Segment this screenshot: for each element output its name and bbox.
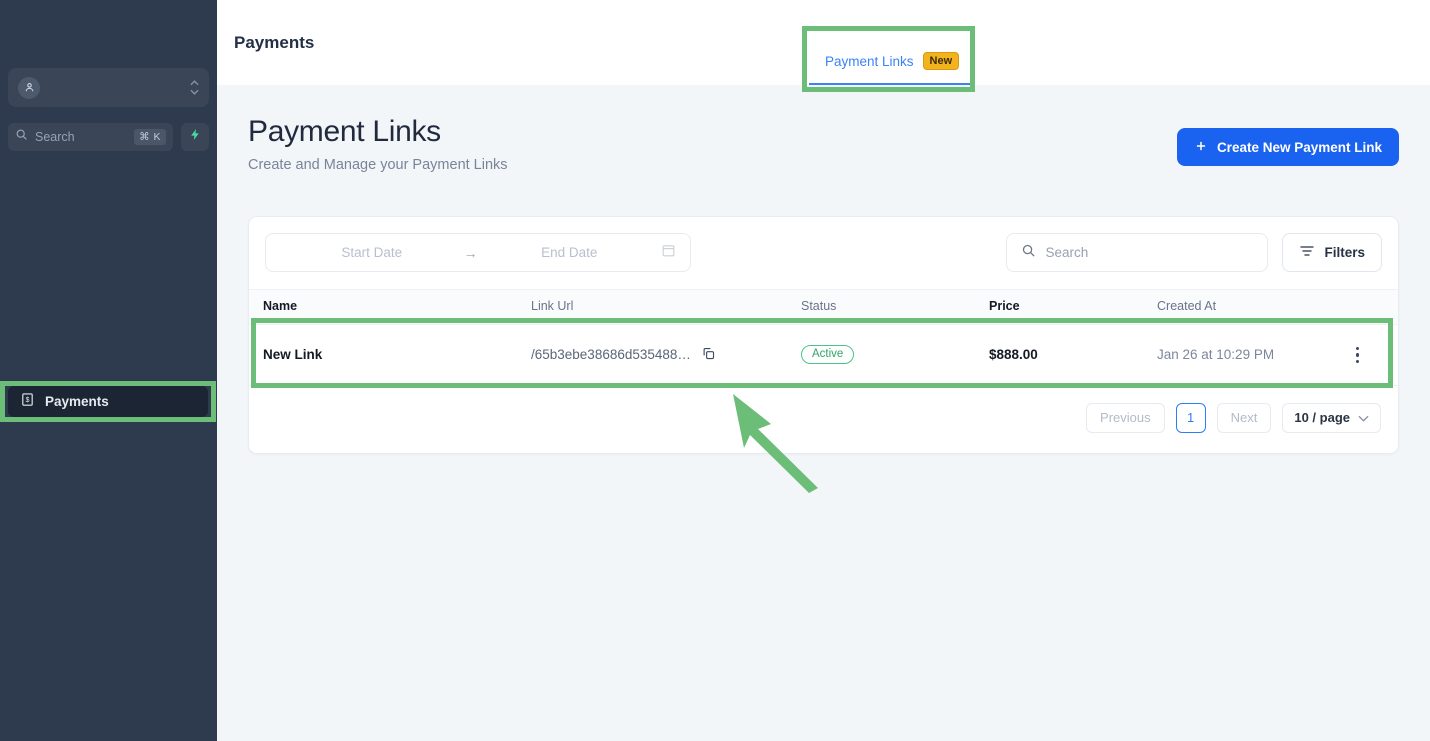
copy-icon[interactable]: [701, 346, 716, 364]
chevron-down-icon: [1358, 410, 1369, 425]
column-header-actions: [1317, 289, 1398, 325]
pagination: Previous 1 Next 10 / page: [249, 386, 1398, 453]
payment-links-card: Start Date → End Date Search Filters Nam…: [248, 216, 1399, 454]
range-arrow-icon: →: [463, 244, 478, 261]
search-icon: [1021, 243, 1036, 263]
page-size-select[interactable]: 10 / page: [1282, 402, 1381, 433]
cell-status: Active: [801, 324, 989, 386]
sidebar: Search ⌘ K $ Payments: [0, 0, 217, 741]
create-button-label: Create New Payment Link: [1216, 139, 1382, 155]
topbar-tabs: Payment Links New: [809, 52, 976, 85]
user-avatar-icon: [18, 76, 40, 99]
card-toolbar: Start Date → End Date Search Filters: [249, 217, 1398, 289]
topbar: Payments Payment Links New: [217, 0, 1430, 85]
page-head: Payment Links Create and Manage your Pay…: [248, 115, 1399, 173]
row-options-menu-icon[interactable]: [1317, 346, 1398, 364]
pagination-previous-button[interactable]: Previous: [1086, 402, 1165, 433]
tab-payment-links[interactable]: Payment Links New: [809, 52, 976, 85]
page-subtitle: Create and Manage your Payment Links: [248, 157, 508, 173]
table-search-input[interactable]: Search: [1006, 233, 1269, 272]
page-header-title: Payments: [234, 32, 315, 52]
main-area: Payments Payment Links New Payment Links…: [217, 0, 1430, 741]
filters-label: Filters: [1324, 245, 1365, 260]
tab-new-badge: New: [922, 52, 960, 70]
column-header-price: Price: [989, 289, 1157, 325]
page-title: Payment Links: [248, 115, 441, 148]
created-at-text: Jan 26 at 10:29 PM: [1157, 347, 1275, 362]
cell-name: New Link: [249, 324, 531, 386]
app-root: Search ⌘ K $ Payments Payments Payment L…: [0, 0, 1430, 741]
table-header: Name Link Url Status Price Created At: [249, 289, 1398, 325]
table-body: New Link /65b3ebe38686d535488… Active $8…: [249, 324, 1398, 386]
start-date-input[interactable]: Start Date: [280, 245, 464, 260]
cell-actions: [1317, 324, 1398, 386]
filters-button[interactable]: Filters: [1282, 233, 1382, 272]
pagination-page-1[interactable]: 1: [1175, 402, 1206, 433]
lightning-bolt-icon: [189, 128, 202, 146]
plus-icon: [1194, 139, 1208, 156]
cell-created-at: Jan 26 at 10:29 PM: [1157, 324, 1317, 386]
cell-link-url: /65b3ebe38686d535488…: [531, 324, 801, 386]
cell-price: $888.00: [989, 324, 1157, 386]
column-header-status: Status: [801, 289, 989, 325]
banknote-icon: $: [20, 392, 35, 412]
svg-text:$: $: [26, 397, 30, 404]
table-search-placeholder: Search: [1045, 245, 1089, 260]
page-size-label: 10 / page: [1294, 410, 1350, 426]
calendar-icon: [661, 243, 676, 263]
quick-action-button[interactable]: [181, 123, 209, 151]
filter-icon: [1299, 243, 1315, 262]
sidebar-search-placeholder: Search: [35, 130, 75, 144]
sidebar-item-payments[interactable]: $ Payments: [8, 386, 208, 417]
content-region: Payment Links Create and Manage your Pay…: [217, 85, 1430, 454]
sidebar-item-label: Payments: [45, 394, 109, 409]
table-header-row: Name Link Url Status Price Created At: [249, 289, 1398, 325]
table-row[interactable]: New Link /65b3ebe38686d535488… Active $8…: [249, 324, 1398, 386]
account-switcher[interactable]: [8, 68, 209, 107]
sidebar-search-input[interactable]: Search ⌘ K: [8, 123, 173, 151]
search-icon: [15, 128, 28, 146]
link-url-text: /65b3ebe38686d535488…: [531, 347, 691, 363]
payment-links-table: Name Link Url Status Price Created At Ne…: [249, 289, 1398, 386]
status-badge: Active: [801, 345, 855, 365]
create-new-payment-link-button[interactable]: Create New Payment Link: [1176, 128, 1399, 166]
column-header-name: Name: [249, 289, 531, 325]
toolbar-right: Search Filters: [1006, 233, 1382, 272]
end-date-input[interactable]: End Date: [478, 245, 662, 260]
column-header-created-at: Created At: [1157, 289, 1317, 325]
search-shortcut-key: ⌘ K: [134, 129, 166, 145]
tab-label: Payment Links: [825, 53, 914, 69]
chevron-updown-icon: [190, 80, 199, 95]
date-range-picker[interactable]: Start Date → End Date: [265, 233, 691, 272]
column-header-link-url: Link Url: [531, 289, 801, 325]
pagination-next-button[interactable]: Next: [1216, 402, 1272, 433]
sidebar-search-row: Search ⌘ K: [8, 123, 209, 151]
